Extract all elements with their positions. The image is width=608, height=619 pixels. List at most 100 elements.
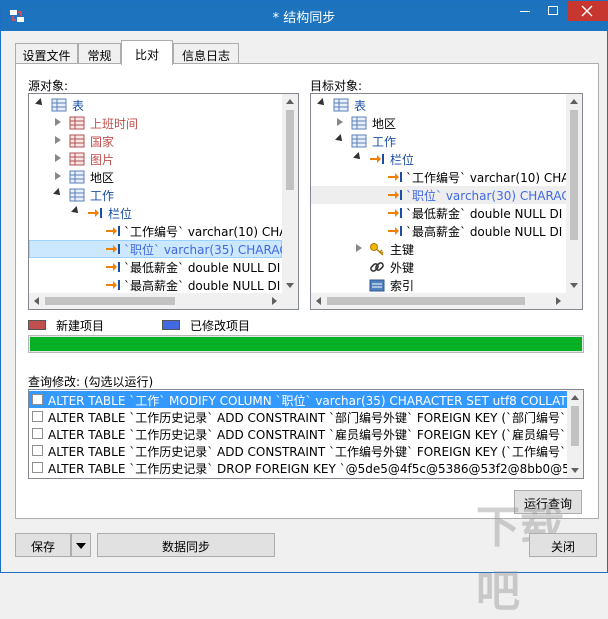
tab-general[interactable]: 常规 [78,43,121,64]
tree-node-primary-key[interactable]: 主键 [311,240,566,258]
fields-icon [370,154,384,164]
close-button[interactable]: 关闭 [529,533,597,557]
tree-node-column[interactable]: `最低薪金` double NULL DI [311,204,566,222]
query-checkbox[interactable] [32,428,43,439]
target-vertical-scrollbar[interactable] [566,94,582,293]
source-vertical-scrollbar[interactable] [282,94,298,293]
tab-message-log[interactable]: 信息日志 [173,43,239,64]
tab-settings-file[interactable]: 设置文件 [15,43,78,64]
scroll-left-icon[interactable] [34,297,39,305]
query-row[interactable]: ALTER TABLE `工作历史记录` ADD CONSTRAINT `雇员编… [29,425,567,442]
query-checkbox[interactable] [32,394,43,405]
tree-label: `最低薪金` double NULL DI [124,261,281,275]
tree-node-column[interactable]: `工作编号` varchar(10) CHA [311,168,566,186]
new-item-label: 新建项目 [56,319,105,333]
tree-node-foreign-key[interactable]: 外键 [311,258,566,276]
data-sync-button[interactable]: 数据同步 [97,533,275,557]
tree-label: 主键 [390,243,415,257]
scroll-left-icon[interactable] [316,297,321,305]
tree-node-table[interactable]: 上班时间 [29,114,282,132]
expanded-arrow-icon [71,206,81,216]
table-icon [69,116,85,130]
table-icon [69,152,85,166]
expanded-arrow-icon [317,98,327,108]
key-icon [370,243,384,256]
target-label: 目标对象: [310,79,363,93]
tree-node-table[interactable]: 工作 [311,132,566,150]
table-icon [69,170,85,184]
watermark: 下载吧 [476,491,606,617]
source-tree[interactable]: 表 上班时间 国家 图片 地区 工作 栏位 `工作编号` varchar(10)… [28,93,299,310]
tree-label: 栏位 [108,207,133,221]
tree-label: `职位` varchar(35) CHARAC [124,243,282,257]
expanded-arrow-icon [335,134,345,144]
collapsed-arrow-icon [55,136,61,144]
query-checkbox[interactable] [32,462,43,473]
tab-compare[interactable]: 比对 [121,40,173,65]
tree-label: `工作编号` varchar(10) CHA [406,171,566,185]
tree-node-column[interactable]: `最低薪金` double NULL DI [29,258,282,276]
query-row[interactable]: ALTER TABLE `工作历史记录` ADD CONSTRAINT `工作编… [29,442,567,459]
scroll-thumb[interactable] [570,110,578,240]
target-tree[interactable]: 表 地区 工作 栏位 `工作编号` varchar(10) CHA `职位` v… [310,93,583,310]
query-text: ALTER TABLE `工作历史记录` ADD CONSTRAINT `部门编… [48,411,567,425]
scroll-down-icon[interactable] [571,468,579,473]
tree-node-index[interactable]: 索引 [311,276,566,293]
query-checkbox[interactable] [32,411,43,422]
scroll-down-icon[interactable] [570,283,578,288]
tree-node-fields[interactable]: 栏位 [311,150,566,168]
tree-label: 索引 [390,279,415,293]
tree-node-tables[interactable]: 表 [311,96,566,114]
tree-node-table[interactable]: 国家 [29,132,282,150]
title-bar: * 结构同步 [1,1,607,31]
scroll-up-icon[interactable] [571,395,579,400]
tree-label: `职位` varchar(30) CHARAC [406,189,566,203]
tree-label: 图片 [90,153,115,167]
scroll-down-icon[interactable] [286,283,294,288]
close-window-button[interactable] [567,1,607,21]
query-checkbox[interactable] [32,445,43,456]
query-label: 查询修改: (勾选以运行) [28,375,154,389]
collapsed-arrow-icon [55,154,61,162]
minimize-button[interactable] [511,1,539,21]
tree-node-column-highlighted[interactable]: `职位` varchar(30) CHARAC [311,186,566,204]
scroll-thumb[interactable] [286,110,294,190]
tree-node-table[interactable]: 地区 [29,168,282,186]
tree-node-column-selected[interactable]: `职位` varchar(35) CHARAC [29,240,282,258]
scroll-up-icon[interactable] [570,99,578,104]
tree-node-table[interactable]: 地区 [311,114,566,132]
query-row[interactable]: ALTER TABLE `工作` MODIFY COLUMN `职位` varc… [29,391,567,408]
table-icon [351,134,367,148]
scroll-thumb[interactable] [327,297,525,305]
column-icon [388,208,402,218]
tree-node-column[interactable]: `最高薪金` double NULL DI [29,276,282,293]
expanded-arrow-icon [53,188,63,198]
save-button[interactable]: 保存 [15,533,71,557]
target-horizontal-scrollbar[interactable] [311,293,566,309]
tree-label: 表 [354,99,367,113]
tree-node-tables[interactable]: 表 [29,96,282,114]
scroll-thumb[interactable] [571,406,579,446]
tree-node-table[interactable]: 工作 [29,186,282,204]
tree-node-fields[interactable]: 栏位 [29,204,282,222]
query-list[interactable]: ALTER TABLE `工作` MODIFY COLUMN `职位` varc… [28,389,584,479]
query-text: ALTER TABLE `工作` MODIFY COLUMN `职位` varc… [48,394,567,408]
tree-node-table[interactable]: 图片 [29,150,282,168]
scroll-right-icon[interactable] [272,297,277,305]
query-row[interactable]: ALTER TABLE `工作历史记录` DROP FOREIGN KEY `@… [29,459,567,476]
tree-node-column[interactable]: `最高薪金` double NULL DI [311,222,566,240]
column-icon [388,190,402,200]
tree-node-column[interactable]: `工作编号` varchar(10) CHA [29,222,282,240]
collapsed-arrow-icon [356,244,362,252]
fields-icon [88,208,102,218]
query-vertical-scrollbar[interactable] [567,390,583,478]
scroll-up-icon[interactable] [286,99,294,104]
tree-label: 国家 [90,135,115,149]
scroll-right-icon[interactable] [556,297,561,305]
scroll-thumb[interactable] [45,297,175,305]
maximize-button[interactable] [539,1,567,21]
query-row[interactable]: ALTER TABLE `工作历史记录` ADD CONSTRAINT `部门编… [29,408,567,425]
source-horizontal-scrollbar[interactable] [29,293,282,309]
compare-progress-bar [28,335,584,353]
save-dropdown-button[interactable] [71,533,91,557]
